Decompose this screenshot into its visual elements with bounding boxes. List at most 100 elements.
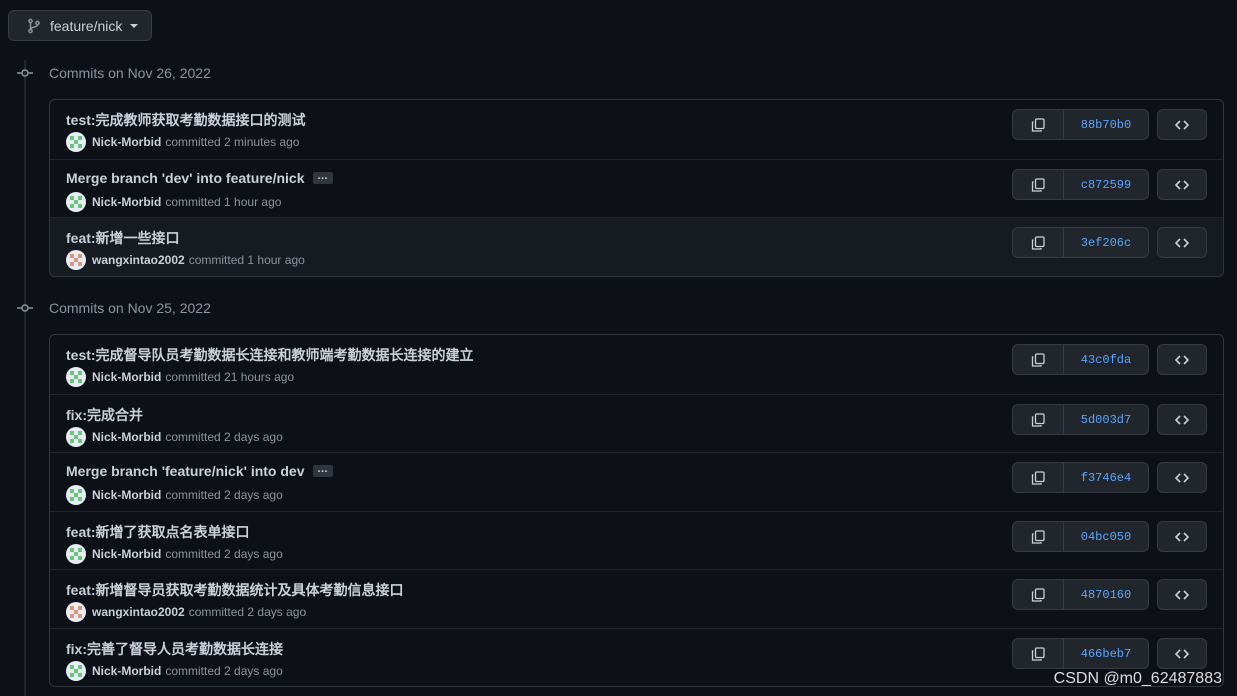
- commit-action-text: committed: [165, 664, 221, 678]
- commit-author-link[interactable]: wangxintao2002: [92, 253, 185, 267]
- code-icon: [1174, 412, 1190, 428]
- code-icon: [1174, 470, 1190, 486]
- commit-list: test:完成督导队员考勤数据长连接和教师端考勤数据长连接的建立 Nick-Mor…: [49, 334, 1224, 687]
- commit-action-text: committed: [165, 195, 221, 209]
- commit-message-link[interactable]: fix:完成合并: [66, 405, 143, 425]
- browse-repository-button[interactable]: [1157, 169, 1207, 200]
- avatar[interactable]: [66, 250, 86, 270]
- commit-row: test:完成教师获取考勤数据接口的测试 Nick-Morbid committed…: [50, 100, 1223, 159]
- commit-meta: wangxintao2002 committed 2 days ago: [66, 602, 306, 622]
- watermark: CSDN @m0_62487883: [1053, 670, 1222, 687]
- browse-repository-button[interactable]: [1157, 109, 1207, 140]
- commit-row: test:完成督导队员考勤数据长连接和教师端考勤数据长连接的建立 Nick-Mor…: [50, 335, 1223, 394]
- commit-sha-link[interactable]: 4870160: [1064, 580, 1148, 609]
- commit-meta: Nick-Morbid committed 2 days ago: [66, 427, 283, 447]
- commit-author-link[interactable]: Nick-Morbid: [92, 430, 161, 444]
- avatar[interactable]: [66, 427, 86, 447]
- commit-meta: Nick-Morbid committed 21 hours ago: [66, 367, 294, 387]
- copy-sha-button[interactable]: [1013, 580, 1064, 609]
- commit-message-link[interactable]: test:完成督导队员考勤数据长连接和教师端考勤数据长连接的建立: [66, 345, 474, 365]
- avatar[interactable]: [66, 602, 86, 622]
- sha-button-group: 88b70b0: [1012, 109, 1149, 140]
- commit-message-link[interactable]: test:完成教师获取考勤数据接口的测试: [66, 110, 306, 130]
- avatar[interactable]: [66, 544, 86, 564]
- commit-author-link[interactable]: Nick-Morbid: [92, 664, 161, 678]
- commit-sha-link[interactable]: 43c0fda: [1064, 345, 1148, 374]
- sha-button-group: 43c0fda: [1012, 344, 1149, 375]
- code-icon: [1174, 235, 1190, 251]
- commit-time: 2 days ago: [247, 605, 307, 619]
- commit-actions: 466beb7: [1012, 638, 1207, 669]
- avatar[interactable]: [66, 132, 86, 152]
- browse-repository-button[interactable]: [1157, 638, 1207, 669]
- commit-sha-link[interactable]: c872599: [1064, 170, 1148, 199]
- commit-list: test:完成教师获取考勤数据接口的测试 Nick-Morbid committed…: [49, 99, 1224, 277]
- commit-action-text: committed: [165, 430, 221, 444]
- avatar[interactable]: [66, 485, 86, 505]
- commit-message-link[interactable]: feat:新增一些接口: [66, 228, 180, 248]
- expand-message-button[interactable]: …: [312, 171, 333, 184]
- commit-title: feat:新增了获取点名表单接口: [66, 522, 250, 542]
- copy-icon: [1030, 352, 1046, 368]
- avatar[interactable]: [66, 367, 86, 387]
- commit-title: test:完成教师获取考勤数据接口的测试: [66, 110, 306, 130]
- commit-sha-link[interactable]: 3ef206c: [1064, 228, 1148, 257]
- copy-sha-button[interactable]: [1013, 110, 1064, 139]
- commit-row: Merge branch 'feature/nick' into dev … Nic…: [50, 452, 1223, 511]
- commit-row: fix:完善了督导人员考勤数据长连接 Nick-Morbid committed 2…: [50, 628, 1223, 686]
- commit-author-link[interactable]: Nick-Morbid: [92, 547, 161, 561]
- copy-sha-button[interactable]: [1013, 170, 1064, 199]
- copy-sha-button[interactable]: [1013, 463, 1064, 492]
- commit-message-link[interactable]: fix:完善了督导人员考勤数据长连接: [66, 639, 283, 659]
- branch-selector-button[interactable]: feature/nick: [8, 10, 152, 41]
- commit-action-text: committed: [165, 135, 221, 149]
- browse-repository-button[interactable]: [1157, 521, 1207, 552]
- browse-repository-button[interactable]: [1157, 344, 1207, 375]
- commit-sha-link[interactable]: f3746e4: [1064, 463, 1148, 492]
- commit-message-link[interactable]: feat:新增督导员获取考勤数据统计及具体考勤信息接口: [66, 580, 404, 600]
- browse-repository-button[interactable]: [1157, 462, 1207, 493]
- commit-sha-link[interactable]: 466beb7: [1064, 639, 1148, 668]
- commit-message-link[interactable]: Merge branch 'dev' into feature/nick: [66, 170, 305, 186]
- copy-icon: [1030, 646, 1046, 662]
- commit-actions: 3ef206c: [1012, 227, 1207, 258]
- avatar[interactable]: [66, 661, 86, 681]
- commit-author-link[interactable]: Nick-Morbid: [92, 195, 161, 209]
- commit-author-link[interactable]: Nick-Morbid: [92, 370, 161, 384]
- browse-repository-button[interactable]: [1157, 579, 1207, 610]
- commit-sha-link[interactable]: 88b70b0: [1064, 110, 1148, 139]
- commit-time: 2 days ago: [224, 547, 283, 561]
- commit-time: 2 minutes ago: [224, 135, 300, 149]
- commit-author-link[interactable]: Nick-Morbid: [92, 488, 161, 502]
- commit-author-link[interactable]: wangxintao2002: [92, 605, 185, 619]
- commit-title: feat:新增督导员获取考勤数据统计及具体考勤信息接口: [66, 580, 404, 600]
- commit-actions: 04bc050: [1012, 521, 1207, 552]
- browse-repository-button[interactable]: [1157, 404, 1207, 435]
- commit-row: Merge branch 'dev' into feature/nick … Nic…: [50, 159, 1223, 217]
- commit-sha-link[interactable]: 5d003d7: [1064, 405, 1148, 434]
- commit-time: 1 hour ago: [247, 253, 305, 267]
- commit-meta: Nick-Morbid committed 2 days ago: [66, 544, 283, 564]
- sha-button-group: 5d003d7: [1012, 404, 1149, 435]
- commit-time: 2 days ago: [224, 488, 283, 502]
- copy-sha-button[interactable]: [1013, 228, 1064, 257]
- code-icon: [1174, 646, 1190, 662]
- commit-author-link[interactable]: Nick-Morbid: [92, 135, 161, 149]
- copy-sha-button[interactable]: [1013, 639, 1064, 668]
- copy-sha-button[interactable]: [1013, 345, 1064, 374]
- copy-sha-button[interactable]: [1013, 522, 1064, 551]
- copy-sha-button[interactable]: [1013, 405, 1064, 434]
- commit-action-text: committed: [165, 488, 221, 502]
- commit-meta: Nick-Morbid committed 2 days ago: [66, 661, 283, 681]
- browse-repository-button[interactable]: [1157, 227, 1207, 258]
- code-icon: [1174, 177, 1190, 193]
- expand-message-button[interactable]: …: [312, 464, 333, 477]
- commit-title: fix:完善了督导人员考勤数据长连接: [66, 639, 283, 659]
- commit-group-title: Commits on Nov 26, 2022: [49, 65, 211, 81]
- avatar[interactable]: [66, 192, 86, 212]
- commit-message-link[interactable]: Merge branch 'feature/nick' into dev: [66, 463, 305, 479]
- code-icon: [1174, 352, 1190, 368]
- commit-message-link[interactable]: feat:新增了获取点名表单接口: [66, 522, 250, 542]
- commit-title: Merge branch 'feature/nick' into dev …: [66, 463, 333, 479]
- commit-sha-link[interactable]: 04bc050: [1064, 522, 1148, 551]
